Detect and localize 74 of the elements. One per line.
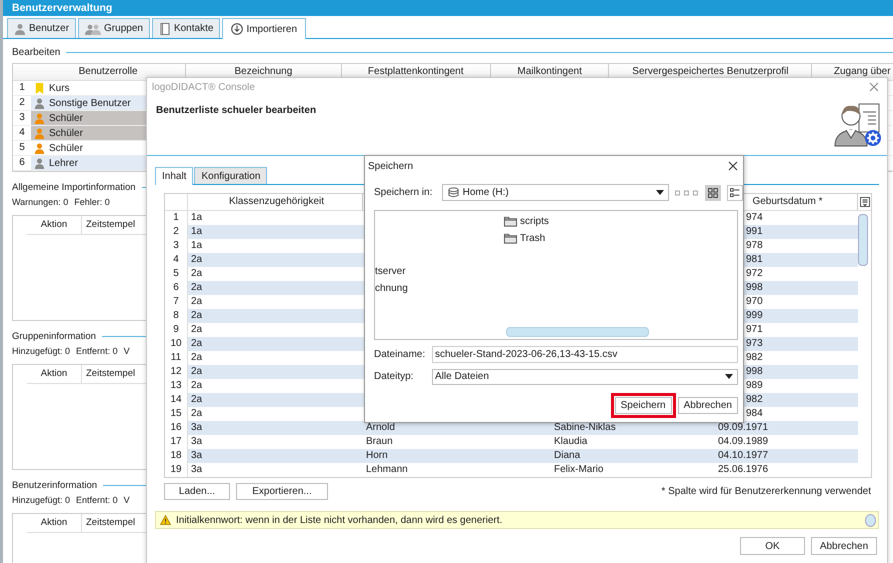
field-label: Dateiname: (374, 349, 426, 360)
dialog-title: logoDIDACT® Console (152, 82, 255, 92)
section-title: Bearbeiten (12, 46, 60, 58)
section-title: Benutzerinformation (12, 480, 98, 490)
table-cell-text: 04.09.1989 (717, 435, 770, 449)
row-number: 6 (18, 156, 26, 170)
table-cell-text: 1a (190, 211, 204, 225)
row-number: 3 (165, 239, 188, 253)
row-number: 17 (165, 435, 188, 449)
count-label: Entfernt: 0 (76, 346, 118, 358)
warning-text: Initialkennwort: wenn in der Liste nicht vorhanden, dann wird es generiert. (176, 514, 502, 526)
row-number: 5 (165, 267, 188, 281)
table-cell-text: 2a (190, 295, 204, 309)
row-number: 15 (165, 407, 188, 421)
count-label: Fehler: 0 (74, 197, 110, 209)
table-cell-text: Braun (365, 435, 394, 449)
table-cell-text: 1a (190, 239, 204, 253)
count-label: Warnungen: 0 (12, 197, 68, 209)
field-label: Dateityp: (374, 371, 414, 382)
row-number: 3 (18, 111, 26, 125)
row-number: 11 (165, 351, 188, 365)
table-cell: 04.10.1977 (715, 449, 858, 463)
table-cell: 2a (188, 281, 363, 295)
field-label: Speichern in: (374, 187, 434, 198)
table-cell: 2a (188, 253, 363, 267)
row-number: 9 (165, 323, 188, 337)
table-cell-text: 3a (190, 435, 204, 449)
table-cell-text: 972 (745, 267, 764, 281)
section-title: Gruppeninformation (12, 330, 96, 342)
table-cell-text: Lehmann (365, 463, 409, 477)
table-cell: Horn (363, 449, 551, 463)
table-cell-text: 2a (190, 407, 204, 421)
row-number: 1 (18, 81, 26, 95)
table-cell: 2a (188, 365, 363, 379)
count-label: Entfernt: 0 (76, 495, 118, 507)
table-cell: 2a (188, 393, 363, 407)
dialog-title: Speichern (368, 160, 414, 172)
row-number: 7 (165, 295, 188, 309)
table-cell: 3a (188, 449, 363, 463)
count-label: V (124, 495, 130, 507)
table-cell: 09.09.1971 (715, 421, 858, 435)
count-label: V (124, 346, 130, 358)
table-cell-text: 2a (190, 323, 204, 337)
row-number: 13 (165, 379, 188, 393)
table-cell-text: 25.06.1976 (717, 463, 770, 477)
table-cell-text: 982 (745, 351, 764, 365)
table-cell: 2a (188, 309, 363, 323)
row-number: 2 (18, 96, 26, 110)
table-cell-text: 978 (745, 239, 764, 253)
table-cell-text: 970 (745, 295, 764, 309)
count-label: Hinzugefügt: 0 (12, 346, 70, 358)
table-cell-text: 984 (745, 407, 764, 421)
row-number: 5 (18, 141, 26, 155)
window-title: Benutzerverwaltung (3, 0, 893, 16)
row-number: 1 (165, 211, 188, 225)
table-cell-text: 2a (190, 267, 204, 281)
section-title: Allgemeine Importinformation (12, 182, 136, 192)
table-cell-text: 2a (190, 379, 204, 393)
row-number: 19 (165, 463, 188, 477)
table-cell: 1a (188, 225, 363, 239)
count-label: Hinzugefügt: 0 (12, 495, 70, 507)
table-cell: Diana (551, 449, 715, 463)
footnote-text: * Spalte wird für Benutzererkennung verwendet (661, 486, 871, 497)
table-cell: 3a (188, 421, 363, 435)
table-cell-text: Klaudia (553, 435, 588, 449)
table-cell-text: 989 (745, 379, 764, 393)
table-cell-text: 2a (190, 351, 204, 365)
row-number: 4 (18, 126, 26, 140)
dialog-heading: Benutzerliste schueler bearbeiten (156, 105, 316, 118)
table-cell-text: 974 (745, 211, 764, 225)
table-cell: 2a (188, 337, 363, 351)
table-cell-text: 971 (745, 323, 764, 337)
table-cell-text: Felix-Mario (553, 463, 604, 477)
table-cell-text: 3a (190, 463, 204, 477)
